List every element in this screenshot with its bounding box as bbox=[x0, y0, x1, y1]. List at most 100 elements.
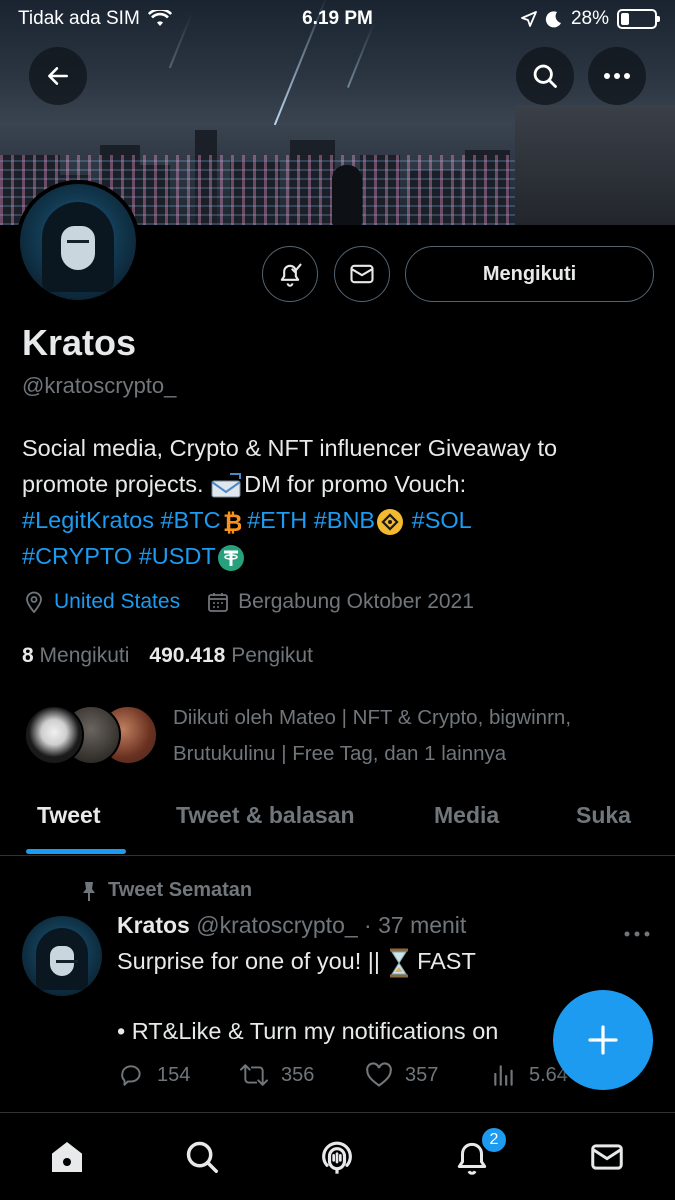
hashtag-link[interactable]: #LegitKratos bbox=[22, 507, 154, 533]
compose-tweet-button[interactable] bbox=[553, 990, 653, 1090]
bio-line-3: #LegitKratos #BTC ₿ #ETH #BNB #SOL bbox=[22, 502, 652, 538]
heart-icon bbox=[366, 1062, 392, 1087]
tweet-header: Kratos @kratoscrypto_ · 37 menit bbox=[117, 912, 466, 939]
battery-icon bbox=[617, 9, 660, 29]
arrow-left-icon bbox=[48, 67, 68, 85]
followed-by-avatars[interactable] bbox=[24, 705, 158, 765]
tab-tweets-replies[interactable]: Tweet & balasan bbox=[176, 802, 355, 829]
avatar bbox=[24, 705, 84, 765]
notifications-badge: 2 bbox=[480, 1126, 508, 1154]
search-icon bbox=[186, 1141, 218, 1173]
profile-tabs: Tweet Tweet & balasan Media Suka bbox=[0, 790, 675, 856]
followers-count-link[interactable]: 490.418 Pengikut bbox=[149, 644, 313, 668]
location-arrow-icon bbox=[521, 11, 537, 27]
reply-count: 154 bbox=[157, 1063, 191, 1086]
hourglass-emoji-icon bbox=[389, 948, 408, 978]
bio-line-2: promote projects. DM for promo Vouch: bbox=[22, 466, 652, 502]
back-button[interactable] bbox=[29, 47, 87, 105]
retweet-icon bbox=[240, 1064, 268, 1086]
location-pin-icon bbox=[26, 591, 42, 614]
following-label: Mengikuti bbox=[39, 644, 130, 667]
tweet-more-button[interactable] bbox=[624, 918, 650, 944]
following-button[interactable]: Mengikuti bbox=[405, 246, 654, 302]
views-bar-chart-icon bbox=[494, 1065, 513, 1086]
tab-likes[interactable]: Suka bbox=[576, 802, 631, 829]
tab-media[interactable]: Media bbox=[434, 802, 499, 829]
tether-icon bbox=[217, 544, 244, 571]
active-tab-indicator bbox=[26, 849, 126, 854]
like-button[interactable]: 357 bbox=[365, 1062, 438, 1088]
home-icon bbox=[52, 1142, 82, 1172]
moon-icon bbox=[545, 11, 561, 28]
tweet-text-part: FAST bbox=[417, 948, 476, 975]
more-horizontal-icon bbox=[604, 73, 630, 79]
search-button[interactable] bbox=[516, 47, 574, 105]
bitcoin-icon: ₿ bbox=[223, 509, 241, 536]
status-bar: Tidak ada SIM 6.19 PM 28% bbox=[0, 0, 675, 38]
hashtag-link[interactable]: #SOL bbox=[412, 507, 472, 533]
tab-tweet[interactable]: Tweet bbox=[37, 802, 100, 829]
binance-coin-icon bbox=[377, 508, 404, 535]
profile-bio: Social media, Crypto & NFT influencer Gi… bbox=[22, 430, 652, 574]
spaces-microphone-icon bbox=[322, 1141, 352, 1174]
message-button[interactable] bbox=[334, 246, 390, 302]
retweet-count: 356 bbox=[281, 1063, 315, 1086]
plus-icon bbox=[588, 1025, 618, 1055]
notifications-toggle-button[interactable] bbox=[262, 246, 318, 302]
reply-button[interactable]: 154 bbox=[117, 1062, 190, 1088]
views-button[interactable]: 5.64 bbox=[491, 1062, 568, 1088]
retweet-button[interactable]: 356 bbox=[239, 1062, 314, 1088]
svg-text:₿: ₿ bbox=[223, 509, 241, 536]
search-icon bbox=[533, 64, 557, 88]
following-count-link[interactable]: 8 Mengikuti bbox=[22, 644, 129, 668]
profile-handle: @kratoscrypto_ bbox=[22, 373, 177, 398]
reply-icon bbox=[121, 1065, 141, 1086]
nav-explore[interactable] bbox=[180, 1135, 224, 1179]
envelope-icon bbox=[350, 264, 374, 284]
wifi-icon bbox=[147, 10, 172, 26]
battery-percent: 28% bbox=[570, 8, 609, 29]
follow-counts: 8 Mengikuti 490.418 Pengikut bbox=[22, 644, 313, 668]
hashtag-link[interactable]: #CRYPTO bbox=[22, 543, 132, 569]
followed-by-text[interactable]: Diikuti oleh Mateo | NFT & Crypto, bigwi… bbox=[173, 700, 653, 772]
profile-name: Kratos bbox=[22, 322, 137, 363]
hashtag-link[interactable]: #BNB bbox=[314, 507, 375, 533]
joined-date: Bergabung Oktober 2021 bbox=[238, 590, 474, 613]
bell-check-icon bbox=[280, 263, 302, 287]
followers-label: Pengikut bbox=[231, 644, 313, 667]
location-link[interactable]: United States bbox=[54, 590, 180, 614]
tweet-author-avatar[interactable] bbox=[22, 916, 102, 996]
tweet-text-line-2: • RT&Like & Turn my notifications on bbox=[117, 1018, 499, 1044]
envelope-icon bbox=[591, 1144, 623, 1170]
followed-by-line-2: Brutukulinu | Free Tag, dan 1 lainnya bbox=[173, 742, 507, 765]
bio-line-2-rest: DM for promo Vouch: bbox=[244, 471, 467, 497]
bio-line-4: #CRYPTO #USDT bbox=[22, 538, 652, 574]
pin-icon bbox=[83, 881, 95, 901]
nav-spaces[interactable] bbox=[315, 1135, 359, 1179]
bio-line-1: Social media, Crypto & NFT influencer Gi… bbox=[22, 435, 558, 461]
more-options-button[interactable] bbox=[588, 47, 646, 105]
more-horizontal-icon bbox=[624, 931, 650, 937]
followers-count: 490.418 bbox=[149, 644, 226, 667]
profile-meta: United States Bergabung Oktober 2021 bbox=[22, 590, 474, 614]
tweet-time: · 37 menit bbox=[364, 912, 467, 938]
tweet-text-line-1: Surprise for one of you! || FAST bbox=[117, 948, 476, 978]
hashtag-link[interactable]: #BTC bbox=[160, 507, 220, 533]
pinned-label: Tweet Sematan bbox=[80, 879, 252, 902]
tweet-author-handle[interactable]: @kratoscrypto_ bbox=[196, 912, 357, 938]
nav-home[interactable] bbox=[45, 1135, 89, 1179]
carrier-label: Tidak ada SIM bbox=[18, 8, 140, 29]
bio-line-2-text: promote projects. bbox=[22, 471, 211, 497]
following-count: 8 bbox=[22, 644, 34, 667]
tweet-text-part: Surprise for one of you! || bbox=[117, 948, 381, 975]
profile-avatar[interactable] bbox=[16, 180, 140, 304]
hashtag-link[interactable]: #USDT bbox=[139, 543, 216, 569]
calendar-icon bbox=[208, 593, 228, 612]
bottom-navigation bbox=[0, 1112, 675, 1200]
like-count: 357 bbox=[405, 1063, 439, 1086]
hashtag-link[interactable]: #ETH bbox=[247, 507, 307, 533]
nav-messages[interactable] bbox=[585, 1135, 629, 1179]
incoming-envelope-emoji-icon bbox=[211, 472, 242, 498]
tweet-author-name[interactable]: Kratos bbox=[117, 912, 190, 938]
followed-by-line-1: Diikuti oleh Mateo | NFT & Crypto, bigwi… bbox=[173, 706, 572, 729]
